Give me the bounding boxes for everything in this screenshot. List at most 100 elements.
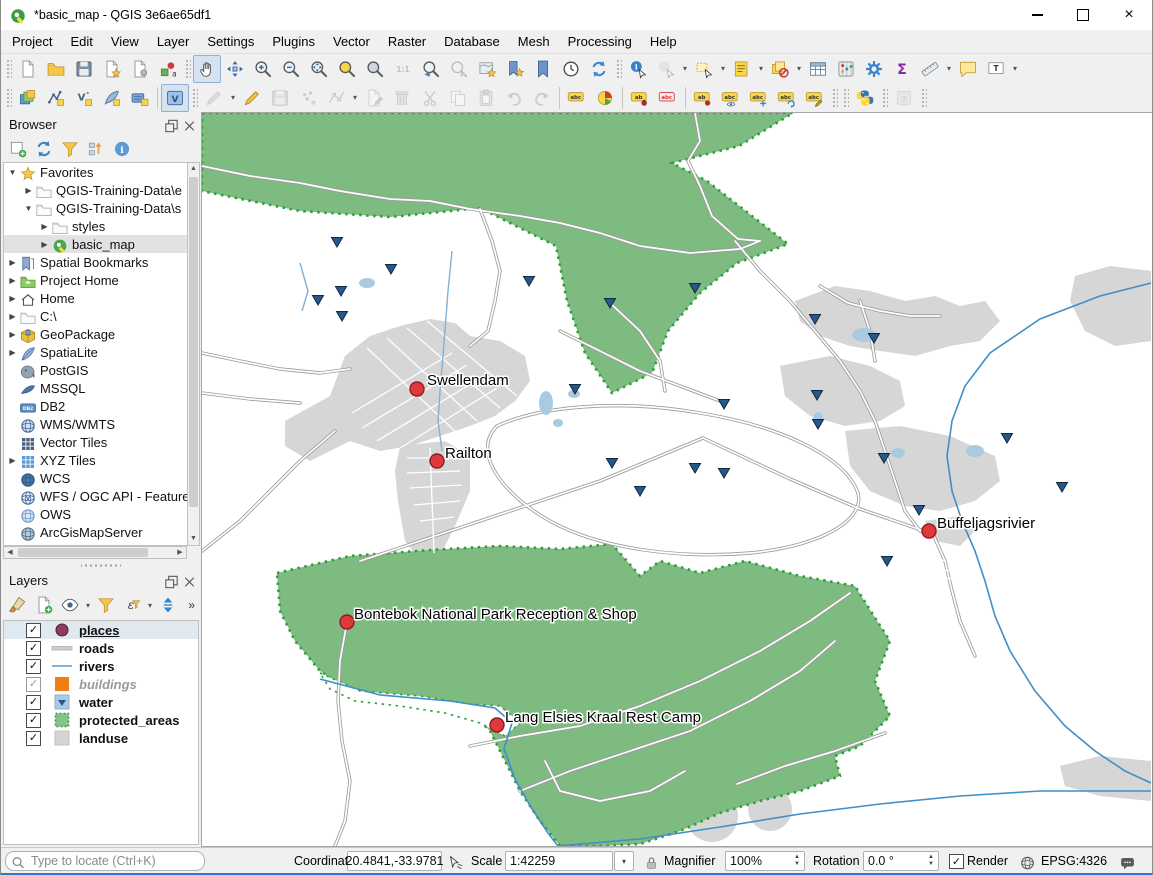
layer-labeling-button[interactable]: abc [563, 84, 591, 112]
panel-splitter[interactable] [81, 561, 121, 568]
rotation-spinbox[interactable]: 0.0 ° ▲▼ [863, 851, 939, 871]
menu-vector[interactable]: Vector [324, 31, 379, 52]
measure-button[interactable] [916, 55, 944, 83]
close-button[interactable]: × [1106, 0, 1152, 30]
toolbar-grip[interactable] [184, 58, 191, 80]
manage-map-themes-dropdown[interactable]: ▾ [83, 601, 93, 610]
scrollbar-thumb[interactable] [18, 548, 148, 557]
pan-to-selection-button[interactable] [221, 55, 249, 83]
layer-item-protected_areas[interactable]: ✓protected_areas [4, 711, 198, 729]
browser-float-button[interactable] [163, 116, 179, 132]
scroll-up-icon[interactable]: ▲ [188, 163, 199, 175]
layer-item-places[interactable]: ✓places [4, 621, 198, 639]
browser-vertical-scrollbar[interactable]: ▲ ▼ [187, 162, 200, 546]
expander-closed-icon[interactable]: ▶ [6, 330, 19, 339]
browser-item-mssql[interactable]: MSSQL [4, 379, 187, 397]
render-checkbox[interactable]: ✓ [949, 851, 964, 871]
expander-open-icon[interactable]: ▼ [6, 168, 19, 177]
browser-item-wcs[interactable]: WCS [4, 469, 187, 487]
toolbar-grip[interactable] [191, 87, 198, 109]
save-project-button[interactable] [70, 55, 98, 83]
menu-edit[interactable]: Edit [61, 31, 101, 52]
browser-close-button[interactable] [181, 116, 197, 132]
layer-item-rivers[interactable]: ✓rivers [4, 657, 198, 675]
layer-checkbox-buildings[interactable]: ✓ [26, 677, 41, 692]
magnifier-spinbox[interactable]: 100% ▲▼ [725, 851, 805, 871]
browser-item-vector-tiles[interactable]: Vector Tiles [4, 433, 187, 451]
open-data-source-manager-button[interactable] [14, 84, 42, 112]
move-label-button[interactable]: abc [745, 84, 773, 112]
expander-closed-icon[interactable]: ▶ [6, 312, 19, 321]
scale-dropdown-button[interactable]: ▾ [614, 851, 634, 871]
layer-item-buildings[interactable]: ✓buildings [4, 675, 198, 693]
refresh-map-button[interactable] [585, 55, 613, 83]
browser-item-project-home[interactable]: ▶Project Home [4, 271, 187, 289]
show-layout-manager-button[interactable] [126, 55, 154, 83]
menu-view[interactable]: View [102, 31, 148, 52]
layer-diagram-button[interactable] [591, 84, 619, 112]
browser-item-arcgismapserver[interactable]: ArcGisMapServer [4, 523, 187, 541]
expander-closed-icon[interactable]: ▶ [6, 258, 19, 267]
toolbar-grip[interactable] [5, 58, 12, 80]
toolbar-grip[interactable] [842, 87, 849, 109]
new-geopackage-layer-button[interactable] [126, 84, 154, 112]
field-calculator-button[interactable] [832, 55, 860, 83]
layer-item-roads[interactable]: ✓roads [4, 639, 198, 657]
toolbar-grip[interactable] [881, 87, 888, 109]
zoom-out-button[interactable] [277, 55, 305, 83]
browser-item-wms-wmts[interactable]: WMS/WMTS [4, 415, 187, 433]
layer-checkbox-places[interactable]: ✓ [26, 623, 41, 638]
new-map-view-button[interactable] [473, 55, 501, 83]
browser-item-styles[interactable]: ▶styles [4, 217, 187, 235]
zoom-full-button[interactable] [305, 55, 333, 83]
pin-labels-button[interactable]: ab [626, 84, 654, 112]
scrollbar-thumb[interactable] [189, 177, 198, 507]
menu-database[interactable]: Database [435, 31, 509, 52]
zoom-to-selection-button[interactable] [333, 55, 361, 83]
expander-closed-icon[interactable]: ▶ [6, 456, 19, 465]
identify-features-button[interactable]: i [624, 55, 652, 83]
crs-button[interactable] [1019, 851, 1036, 871]
layer-checkbox-landuse[interactable]: ✓ [26, 731, 41, 746]
zoom-last-button[interactable] [417, 55, 445, 83]
browser-item-spatialite[interactable]: ▶SpatiaLite [4, 343, 187, 361]
filter-browser-button[interactable] [57, 136, 83, 162]
maximize-button[interactable] [1060, 0, 1106, 30]
highlight-pinned-labels-button[interactable]: abc [654, 84, 682, 112]
deselect-all-button[interactable] [766, 55, 794, 83]
menu-processing[interactable]: Processing [559, 31, 641, 52]
layer-checkbox-roads[interactable]: ✓ [26, 641, 41, 656]
browser-item-geopackage[interactable]: ▶GeoPackage [4, 325, 187, 343]
open-attribute-table-button[interactable] [804, 55, 832, 83]
statistics-panel-button[interactable]: Σ [888, 55, 916, 83]
browser-item-basic-map[interactable]: ▶basic_map [4, 235, 187, 253]
add-selected-layers-button[interactable] [5, 136, 31, 162]
browser-item-qgis-training-data-s[interactable]: ▼QGIS-Training-Data\s [4, 199, 187, 217]
filter-by-expression-button[interactable]: ε [119, 592, 145, 618]
select-by-value-button[interactable] [728, 55, 756, 83]
browser-item-ows[interactable]: OWS [4, 505, 187, 523]
refresh-browser-button[interactable] [31, 136, 57, 162]
toolbar-grip[interactable] [5, 87, 12, 109]
scroll-right-icon[interactable]: ▶ [174, 547, 186, 558]
coordinate-input[interactable]: 20.4841,-33.9781 [347, 851, 442, 871]
toolbar-grip[interactable] [831, 87, 838, 109]
text-annotation-dropdown[interactable]: ▾ [1010, 64, 1020, 73]
collapse-all-button[interactable] [83, 136, 109, 162]
menu-mesh[interactable]: Mesh [509, 31, 559, 52]
toolbar-grip[interactable] [920, 87, 927, 109]
menu-project[interactable]: Project [3, 31, 61, 52]
open-project-button[interactable] [42, 55, 70, 83]
menu-help[interactable]: Help [641, 31, 686, 52]
new-spatial-bookmark-button[interactable] [501, 55, 529, 83]
menu-layer[interactable]: Layer [148, 31, 199, 52]
new-project-button[interactable] [14, 55, 42, 83]
layers-toolbar-overflow[interactable]: » [188, 598, 195, 612]
rotate-label-button[interactable]: abc [773, 84, 801, 112]
select-features-dropdown[interactable]: ▾ [718, 64, 728, 73]
messages-button[interactable] [1119, 851, 1136, 871]
pan-map-button[interactable] [193, 55, 221, 83]
layers-float-button[interactable] [163, 572, 179, 588]
extent-toggle-button[interactable] [447, 851, 464, 871]
add-vector-layer-button[interactable] [42, 84, 70, 112]
